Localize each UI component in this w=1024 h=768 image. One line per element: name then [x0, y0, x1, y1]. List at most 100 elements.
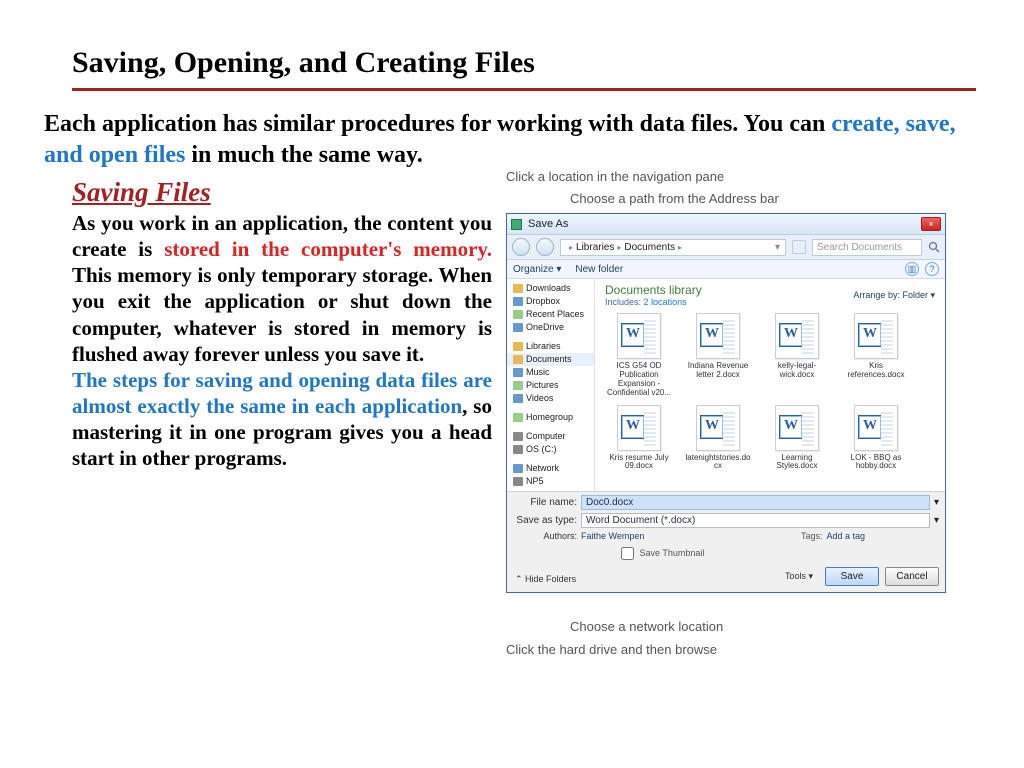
nav-np5[interactable]: NP5 [507, 475, 594, 488]
body-paragraph: As you work in an application, the conte… [72, 210, 492, 470]
back-button[interactable] [512, 238, 530, 256]
chevron-right-icon: ▸ [678, 243, 682, 252]
cancel-button[interactable]: Cancel [885, 567, 939, 586]
crumb-documents[interactable]: Documents [624, 242, 675, 253]
file-item[interactable]: Kris references.docx [842, 313, 910, 397]
computer-icon [513, 432, 523, 441]
nav-libraries[interactable]: Libraries [507, 340, 594, 353]
dialog-footer: File name: Doc0.docx ▾ Save as type: Wor… [507, 491, 945, 592]
videos-icon [513, 394, 523, 403]
save-thumbnail-checkbox[interactable] [621, 547, 634, 560]
section-heading: Saving Files [72, 177, 492, 208]
chevron-right-icon: ▸ [617, 243, 621, 252]
nav-homegroup[interactable]: Homegroup [507, 411, 594, 424]
filename-input[interactable]: Doc0.docx [581, 495, 930, 510]
nav-documents[interactable]: Documents [507, 353, 594, 366]
file-name: Learning Styles.docx [763, 454, 831, 472]
word-icon [696, 313, 740, 359]
file-item[interactable]: ICS G54 OD Publication Expansion - Confi… [605, 313, 673, 397]
nav-network[interactable]: Network [507, 462, 594, 475]
word-icon [617, 313, 661, 359]
recent-icon [513, 310, 523, 319]
organize-button[interactable]: Organize ▾ [513, 264, 561, 275]
dropdown-icon[interactable]: ▾ [775, 242, 780, 253]
lead-text-1: Each application has similar procedures … [44, 111, 831, 137]
folder-icon [513, 284, 523, 293]
nav-label: Videos [526, 393, 553, 403]
file-item[interactable]: Kris resume July 09.docx [605, 405, 673, 472]
libraries-icon [513, 342, 523, 351]
file-name: latenightstories.docx [684, 454, 752, 472]
refresh-button[interactable] [792, 240, 806, 254]
file-item[interactable]: Learning Styles.docx [763, 405, 831, 472]
file-item[interactable]: latenightstories.docx [684, 405, 752, 472]
word-icon [617, 405, 661, 451]
nav-label: Pictures [526, 380, 559, 390]
file-name: ICS G54 OD Publication Expansion - Confi… [605, 362, 673, 397]
arrange-value[interactable]: Folder ▾ [902, 290, 935, 300]
nav-recent[interactable]: Recent Places [507, 308, 594, 321]
figure-column: Click a location in the navigation pane … [506, 177, 976, 665]
cloud-icon [513, 323, 523, 332]
address-bar: ▸ Libraries ▸ Documents ▸ ▾ Search Docum… [507, 235, 945, 260]
save-button[interactable]: Save [825, 567, 879, 586]
file-item[interactable]: kelly-legal-wick.docx [763, 313, 831, 397]
nav-music[interactable]: Music [507, 366, 594, 379]
music-icon [513, 368, 523, 377]
chevron-right-icon: ▸ [569, 243, 573, 252]
nav-label: Computer [526, 431, 566, 441]
homegroup-icon [513, 413, 523, 422]
help-button[interactable]: ? [925, 262, 939, 276]
search-input[interactable]: Search Documents [812, 239, 922, 256]
nav-label: OneDrive [526, 322, 564, 332]
file-name: Kris resume July 09.docx [605, 454, 673, 472]
file-item[interactable]: LOK - BBQ as hobby.docx [842, 405, 910, 472]
search-placeholder: Search Documents [817, 242, 902, 253]
filename-label: File name: [513, 497, 577, 508]
pictures-icon [513, 381, 523, 390]
navigation-pane: Downloads Dropbox Recent Places OneDrive… [507, 279, 595, 491]
p1-red: stored in the computer's memory. [164, 237, 492, 261]
dialog-titlebar[interactable]: Save As × [507, 214, 945, 235]
nav-onedrive[interactable]: OneDrive [507, 321, 594, 334]
tools-button[interactable]: Tools ▾ [785, 571, 813, 582]
nav-label: Dropbox [526, 296, 560, 306]
nav-label: NP5 [526, 476, 544, 486]
crumb-libraries[interactable]: Libraries [576, 242, 614, 253]
file-name: Indiana Revenue letter 2.docx [684, 362, 752, 380]
nav-downloads[interactable]: Downloads [507, 282, 594, 295]
breadcrumb[interactable]: ▸ Libraries ▸ Documents ▸ ▾ [560, 239, 786, 256]
callouts-bottom: Choose a network location Click the hard… [506, 619, 976, 657]
nav-label: Homegroup [526, 412, 573, 422]
nav-videos[interactable]: Videos [507, 392, 594, 405]
computer-icon [513, 477, 523, 486]
network-icon [513, 464, 523, 473]
file-item[interactable]: Indiana Revenue letter 2.docx [684, 313, 752, 397]
library-title: Documents library [605, 283, 702, 297]
dialog-title: Save As [528, 218, 921, 230]
word-icon [696, 405, 740, 451]
nav-os-drive[interactable]: OS (C:) [507, 443, 594, 456]
close-button[interactable]: × [921, 217, 941, 231]
title-underline [72, 88, 976, 91]
savetype-select[interactable]: Word Document (*.docx) [581, 513, 930, 528]
tags-value[interactable]: Add a tag [826, 531, 865, 541]
includes-link[interactable]: 2 locations [644, 297, 687, 307]
nav-label: Music [526, 367, 550, 377]
nav-label: Network [526, 463, 559, 473]
nav-dropbox[interactable]: Dropbox [507, 295, 594, 308]
authors-label: Authors: [527, 531, 577, 541]
dropdown-icon[interactable]: ▾ [934, 515, 939, 526]
nav-pictures[interactable]: Pictures [507, 379, 594, 392]
nav-label: OS (C:) [526, 444, 557, 454]
dropdown-icon[interactable]: ▾ [934, 497, 939, 508]
nav-computer[interactable]: Computer [507, 430, 594, 443]
authors-value[interactable]: Faithe Wempen [581, 531, 644, 541]
new-folder-button[interactable]: New folder [575, 264, 623, 275]
hide-folders-button[interactable]: Hide Folders [515, 574, 576, 585]
callout-navpane: Click a location in the navigation pane [506, 169, 976, 184]
view-button[interactable]: ▥ [905, 262, 919, 276]
page-title: Saving, Opening, and Creating Files [72, 46, 976, 80]
forward-button[interactable] [536, 238, 554, 256]
dialog-toolbar: Organize ▾ New folder ▥ ? [507, 260, 945, 279]
